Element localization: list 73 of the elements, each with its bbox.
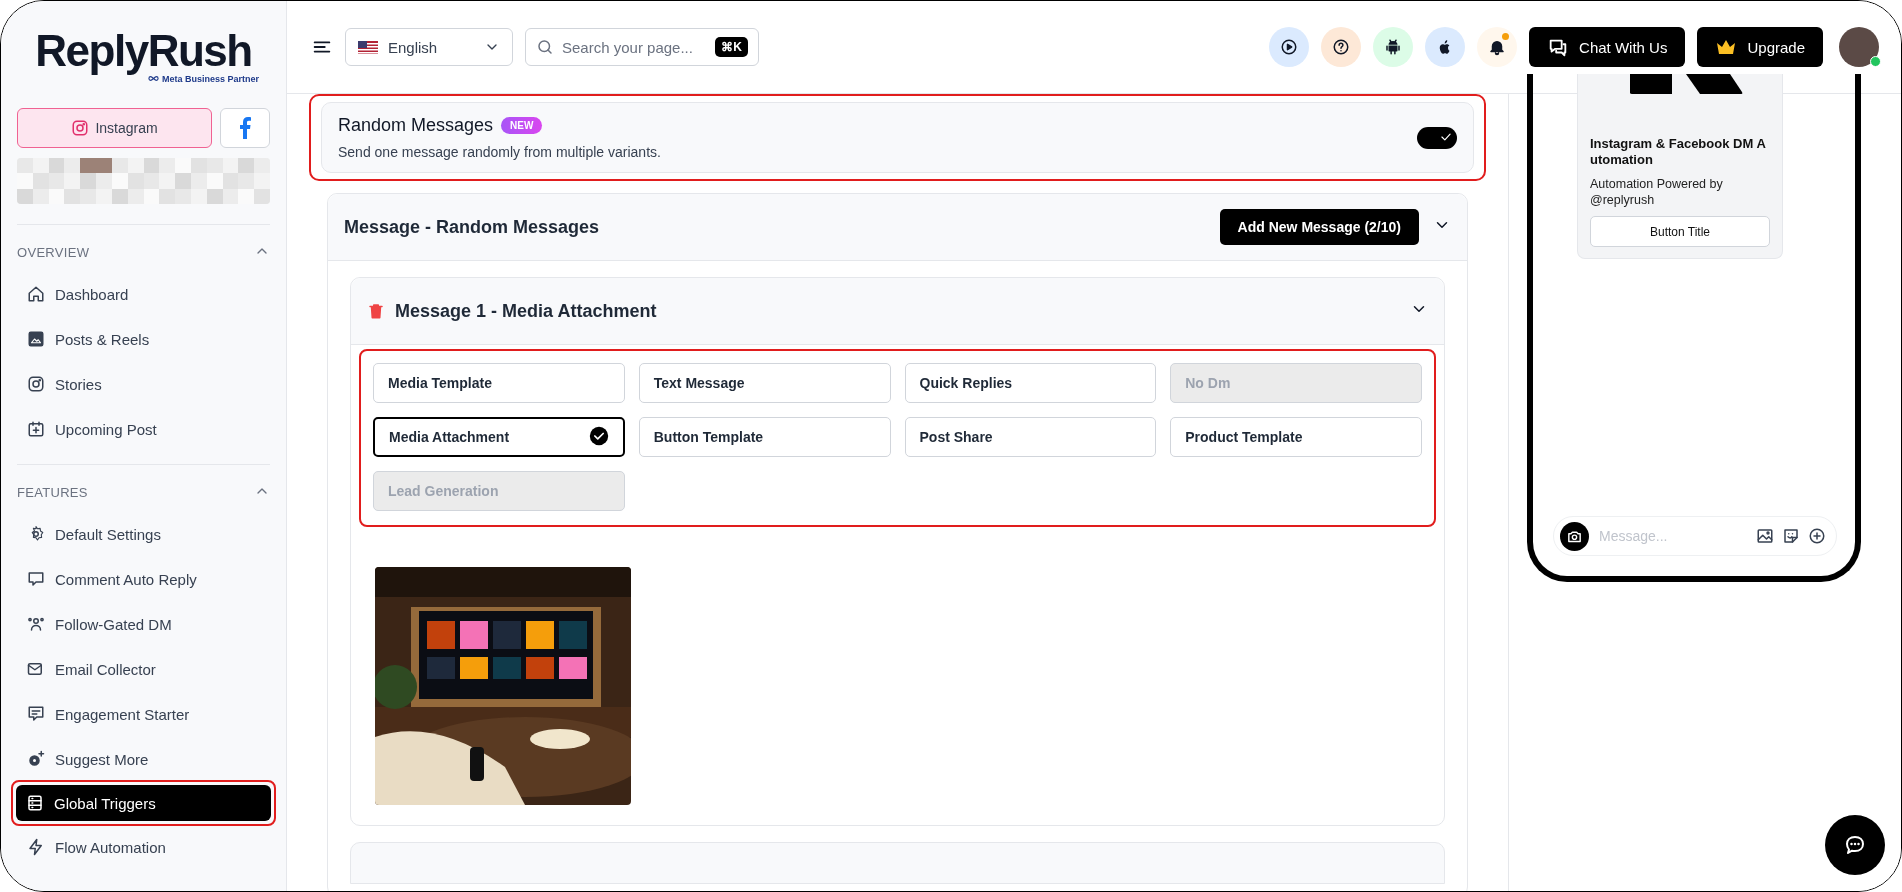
search-field[interactable]: Search your page... ⌘K [525,28,759,66]
nav-item[interactable]: Comment Auto Reply [17,561,270,597]
message-type-option[interactable]: Media Attachment [373,417,625,457]
nav-item[interactable]: Follow-Gated DM [17,606,270,642]
message-type-option[interactable]: Button Template [638,417,891,457]
mail-icon [27,660,45,678]
facebook-icon [239,117,251,139]
nav-item[interactable]: Dashboard [17,276,270,312]
bell-icon [1488,38,1507,56]
toggle-switch[interactable] [1417,126,1457,149]
sticker-icon [1782,527,1800,545]
infinity-icon [147,73,159,84]
section-title: Random Messages [338,115,494,136]
brand-tagline: Meta Business Partner [161,73,259,84]
upgrade-button[interactable]: Upgrade [1697,27,1823,67]
message-type-option[interactable]: Product Template [1170,417,1422,457]
android-icon [1384,38,1403,56]
nav-item[interactable]: Upcoming Post [17,411,270,447]
crown-icon [1715,38,1738,56]
nav-item[interactable]: Suggest More [17,741,270,777]
nav-item[interactable]: Email Collector [17,651,270,687]
user-avatar[interactable] [1839,27,1879,67]
search-icon [536,38,554,56]
new-badge: NEW [501,117,543,134]
toolbar-icon-button[interactable] [1373,27,1414,67]
instagram-icon [71,119,90,137]
comment-icon [27,570,45,588]
add-icon [1808,527,1826,545]
lightning-icon [27,838,45,856]
section-heading: FEATURES [17,485,88,500]
help-icon [1332,38,1351,56]
card-button[interactable]: Button Title [1590,216,1770,247]
message-type-option[interactable]: Text Message [638,363,891,403]
flag-icon [358,40,378,54]
message-input[interactable]: Message... [1597,527,1748,545]
nav-item[interactable]: Engagement Starter [17,696,270,732]
platform-tab[interactable] [220,108,270,148]
trash-icon [367,302,385,320]
message-type-option[interactable]: Media Template [373,363,625,403]
chat-icon [1843,833,1867,857]
group-title: Message - Random Messages [344,216,601,238]
calendar-plus-icon [27,420,45,438]
people-icon [27,615,45,633]
image-icon [27,330,45,348]
nav-item[interactable]: Global Triggers [16,785,271,821]
message-type-option[interactable]: Post Share [904,417,1157,457]
chat-button[interactable]: Chat With Us [1529,27,1686,67]
check-circle-icon [588,425,609,446]
add-message-button[interactable]: Add New Message (2/10) [1219,209,1419,245]
section-description: Send one message randomly from multiple variants. [338,144,661,160]
shortcut-key: ⌘K [715,37,748,57]
play-icon [1280,38,1299,56]
platform-tab[interactable]: Instagram [17,108,212,148]
section-heading: OVERVIEW [17,245,90,260]
chat-bubble-button[interactable] [1825,815,1885,875]
nav-item[interactable]: Flow Automation [17,829,270,865]
nav-item[interactable]: Posts & Reels [17,321,270,357]
nav-item[interactable]: Stories [17,366,270,402]
nav-item[interactable]: Default Settings [17,516,270,552]
home-icon [27,285,45,303]
card-subtitle: Automation Powered by @replyrush [1590,176,1724,208]
list-icon [26,794,44,812]
toolbar-icon-button[interactable] [1321,27,1362,67]
toolbar-icon-button[interactable] [1477,27,1518,67]
brand-logo: ReplyRush [35,29,252,73]
card-title: Instagram & Facebook DM Automation [1590,136,1767,168]
image-icon [1756,527,1774,545]
toolbar-icon-button[interactable] [1425,27,1466,67]
toolbar-icon-button[interactable] [1269,27,1310,67]
language-select[interactable]: English [345,28,513,66]
message-type-option[interactable]: Quick Replies [904,363,1157,403]
message-title: Message 1 - Media Attachment [395,300,658,322]
instagram-icon [27,375,45,393]
